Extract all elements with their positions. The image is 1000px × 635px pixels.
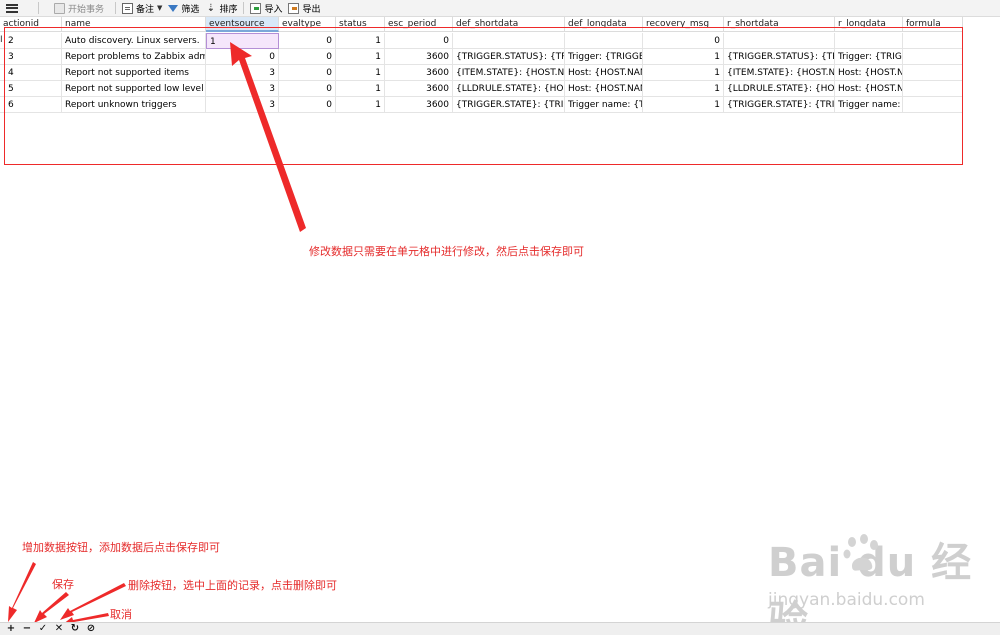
toolbar-separator: [243, 2, 245, 14]
toolbar-separator: [38, 2, 39, 14]
arrow-add: [8, 562, 36, 622]
save-record-button[interactable]: ✓: [35, 623, 51, 635]
cancel-annotation: 取消: [110, 608, 132, 621]
filter-label: 筛选: [181, 4, 200, 15]
sort-icon: ⇣: [206, 2, 216, 14]
export-button[interactable]: 导出: [285, 1, 323, 16]
export-icon: [288, 2, 300, 14]
import-button[interactable]: 导入: [247, 1, 285, 16]
add-annotation: 增加数据按钮，添加数据后点击保存即可: [22, 541, 220, 554]
filter-icon: [168, 4, 179, 12]
export-label: 导出: [302, 4, 321, 15]
save-annotation: 保存: [52, 578, 74, 591]
transaction-icon: [54, 2, 65, 14]
stop-button[interactable]: ⊘: [83, 623, 99, 635]
cancel-edit-button[interactable]: ✕: [51, 623, 67, 635]
chevron-down-icon[interactable]: ▼: [157, 4, 162, 12]
baidu-watermark: Bai du 经验 jingyan.baidu.com: [762, 530, 992, 635]
import-icon: [250, 2, 262, 14]
edit-annotation: 修改数据只需要在单元格中进行修改，然后点击保存即可: [309, 245, 584, 258]
begin-transaction-label: 开始事务: [68, 4, 105, 15]
sort-button[interactable]: ⇣ 排序: [202, 1, 240, 16]
add-record-button[interactable]: +: [3, 623, 19, 635]
memo-button[interactable]: 备注 ▼: [119, 1, 165, 16]
filter-button[interactable]: 筛选: [165, 1, 202, 16]
watermark-url: jingyan.baidu.com: [768, 590, 925, 610]
current-row-indicator: I: [0, 35, 3, 45]
sort-label: 排序: [219, 4, 238, 15]
arrow-save: [34, 592, 69, 623]
refresh-button[interactable]: ↻: [67, 623, 83, 635]
toolbar-separator: [115, 2, 117, 14]
menu-icon[interactable]: [6, 3, 18, 13]
delete-annotation: 删除按钮，选中上面的记录，点击删除即可: [128, 579, 337, 592]
toolbar: 开始事务 备注 ▼ 筛选 ⇣ 排序 导入 导出: [0, 0, 1000, 17]
import-label: 导入: [264, 4, 283, 15]
memo-label: 备注: [136, 4, 155, 15]
begin-transaction-button[interactable]: 开始事务: [51, 1, 107, 16]
paw-icon: [843, 534, 878, 571]
delete-record-button[interactable]: −: [19, 623, 35, 635]
record-navigation-bar: + − ✓ ✕ ↻ ⊘: [0, 622, 1000, 635]
highlight-box: [4, 27, 963, 165]
memo-icon: [122, 2, 134, 14]
